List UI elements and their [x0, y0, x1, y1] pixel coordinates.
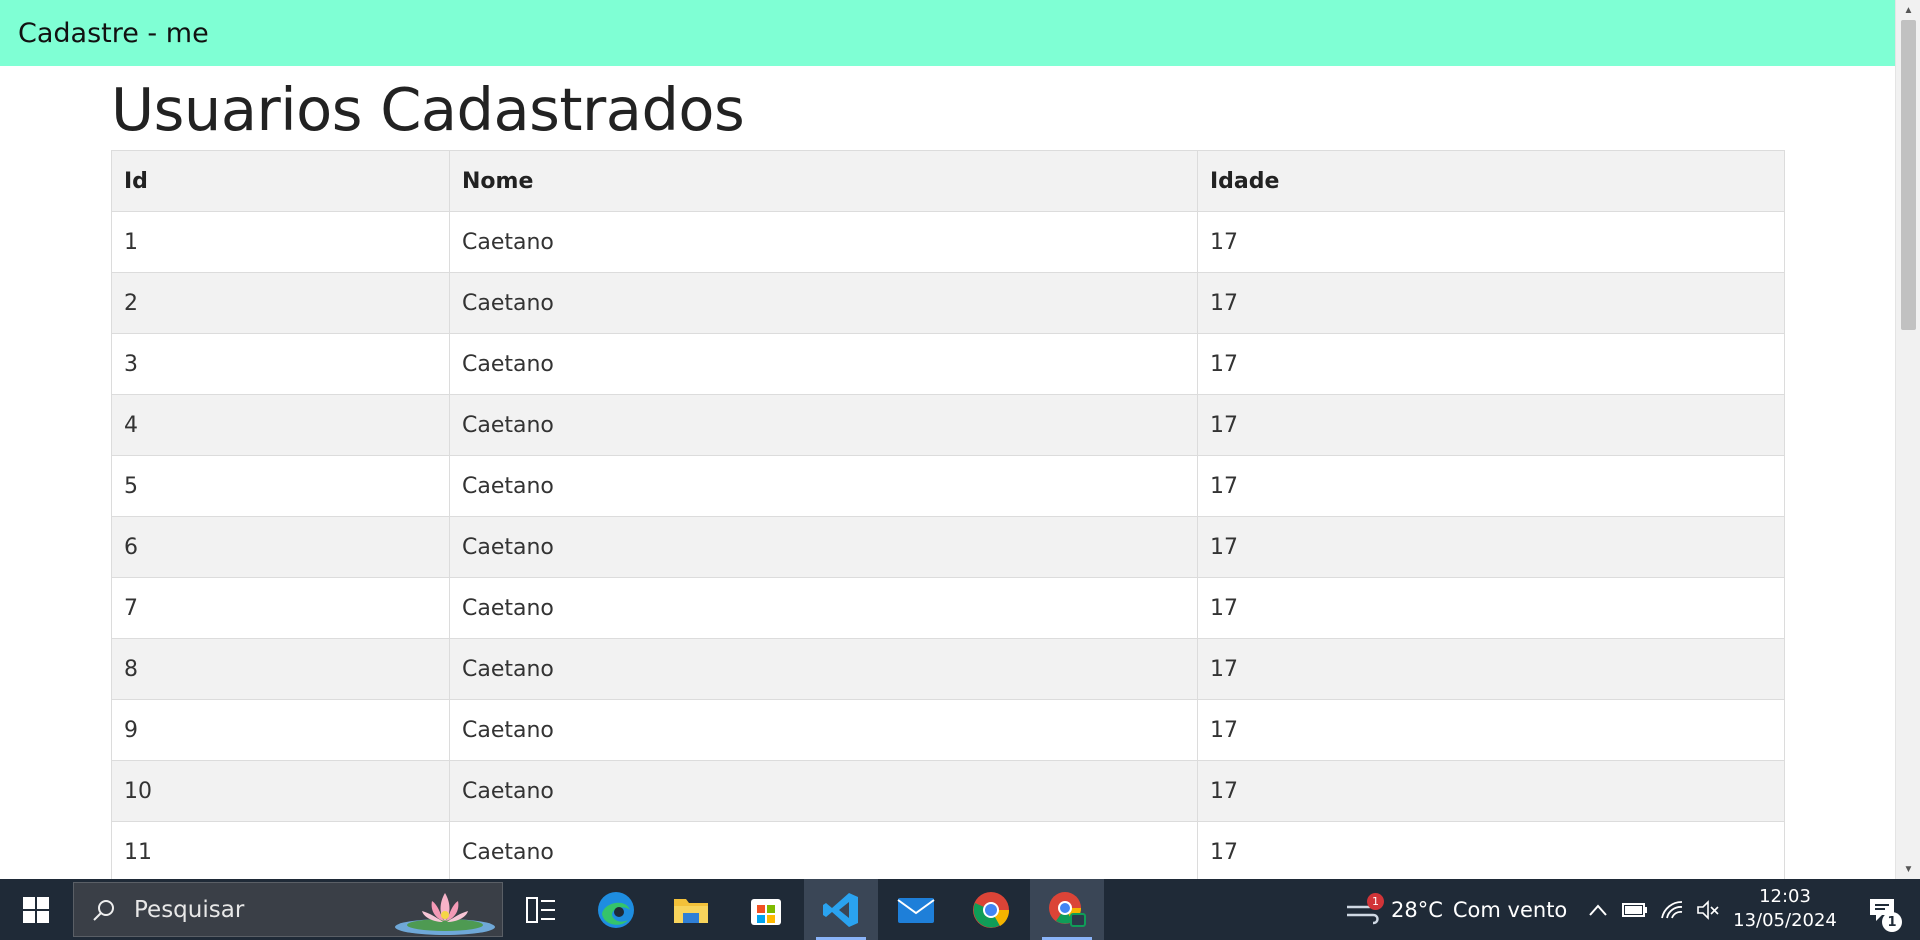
- scrollbar-thumb[interactable]: [1901, 20, 1916, 330]
- vscode-button[interactable]: [804, 879, 878, 940]
- page-scrollbar[interactable]: ▲ ▼: [1895, 0, 1920, 879]
- clock-date: 13/05/2024: [1733, 910, 1837, 931]
- scroll-up-arrow-icon[interactable]: ▲: [1896, 0, 1920, 20]
- file-explorer-icon: [674, 898, 708, 923]
- cell-id: 10: [111, 760, 450, 822]
- mail-icon: [897, 897, 935, 923]
- cell-id: 4: [111, 394, 450, 456]
- lotus-highlight-icon: [395, 893, 495, 935]
- task-view-button[interactable]: [504, 879, 578, 940]
- file-explorer-button[interactable]: [654, 879, 728, 940]
- cell-idade: 17: [1197, 821, 1785, 879]
- cell-id: 8: [111, 638, 450, 700]
- vscode-icon: [823, 892, 858, 927]
- cell-idade: 17: [1197, 333, 1785, 395]
- chrome-button[interactable]: [954, 879, 1028, 940]
- cell-nome: Caetano: [449, 638, 1198, 700]
- table-row: 10 Caetano 17: [111, 760, 1785, 822]
- weather-widget[interactable]: 1 28°C Com vento: [1345, 879, 1567, 940]
- cell-nome: Caetano: [449, 272, 1198, 334]
- header-nome: Nome: [449, 150, 1198, 212]
- clock-time: 12:03: [1759, 886, 1811, 907]
- chrome-profile-button[interactable]: [1030, 879, 1104, 940]
- cell-idade: 17: [1197, 760, 1785, 822]
- cell-nome: Caetano: [449, 516, 1198, 578]
- microsoft-store-button[interactable]: [729, 879, 803, 940]
- network-button[interactable]: [1654, 879, 1690, 940]
- cell-id: 11: [111, 821, 450, 879]
- page-title: Usuarios Cadastrados: [111, 75, 745, 144]
- weather-temp: 28°C: [1391, 897, 1443, 922]
- cell-idade: 17: [1197, 455, 1785, 517]
- main-content: Usuarios Cadastrados Id Nome Idade 1 Caet…: [111, 66, 1785, 879]
- wifi-icon: [1661, 900, 1683, 918]
- cell-id: 2: [111, 272, 450, 334]
- edge-icon: [598, 891, 634, 928]
- header-id: Id: [111, 150, 450, 212]
- navbar: Cadastre - me: [0, 0, 1895, 66]
- battery-button[interactable]: [1617, 879, 1653, 940]
- microsoft-store-icon: [751, 898, 781, 925]
- task-view-icon: [526, 896, 555, 923]
- navbar-brand[interactable]: Cadastre - me: [18, 18, 209, 49]
- users-table: Id Nome Idade 1 Caetano 17 2 Caetano 17 3 Caeta…: [111, 150, 1785, 879]
- cell-idade: 17: [1197, 272, 1785, 334]
- cell-nome: Caetano: [449, 333, 1198, 395]
- volume-muted-icon: [1697, 899, 1719, 920]
- weather-alert-badge: 1: [1367, 893, 1384, 910]
- table-row: 11 Caetano 17: [111, 821, 1785, 879]
- table-row: 3 Caetano 17: [111, 333, 1785, 395]
- cell-nome: Caetano: [449, 577, 1198, 639]
- windows-taskbar: Pesquisar 1 28°C Com vento 12:03 13/05/2…: [0, 879, 1920, 940]
- table-header-row: Id Nome Idade: [111, 150, 1785, 212]
- table-row: 4 Caetano 17: [111, 394, 1785, 456]
- show-hidden-icons-button[interactable]: [1580, 879, 1616, 940]
- chevron-up-icon: [1589, 903, 1607, 916]
- start-button[interactable]: [0, 879, 72, 940]
- cell-nome: Caetano: [449, 760, 1198, 822]
- table-row: 5 Caetano 17: [111, 455, 1785, 517]
- cell-idade: 17: [1197, 394, 1785, 456]
- volume-button[interactable]: [1690, 879, 1726, 940]
- table-row: 9 Caetano 17: [111, 699, 1785, 761]
- cell-idade: 17: [1197, 638, 1785, 700]
- taskbar-search-box[interactable]: Pesquisar: [73, 882, 503, 937]
- chrome-profile-icon: [1049, 891, 1086, 927]
- notification-count-badge: 1: [1882, 912, 1902, 932]
- search-placeholder: Pesquisar: [134, 896, 245, 923]
- cell-id: 5: [111, 455, 450, 517]
- scroll-down-arrow-icon[interactable]: ▼: [1896, 859, 1920, 879]
- mail-button[interactable]: [879, 879, 953, 940]
- taskbar-clock[interactable]: 12:03 13/05/2024: [1725, 885, 1845, 933]
- cell-id: 6: [111, 516, 450, 578]
- cell-idade: 17: [1197, 516, 1785, 578]
- cell-nome: Caetano: [449, 699, 1198, 761]
- table-row: 6 Caetano 17: [111, 516, 1785, 578]
- cell-idade: 17: [1197, 577, 1785, 639]
- table-row: 7 Caetano 17: [111, 577, 1785, 639]
- table-row: 8 Caetano 17: [111, 638, 1785, 700]
- header-idade: Idade: [1197, 150, 1785, 212]
- cell-nome: Caetano: [449, 821, 1198, 879]
- notification-center-button[interactable]: 1: [1852, 879, 1912, 940]
- cell-nome: Caetano: [449, 455, 1198, 517]
- cell-idade: 17: [1197, 211, 1785, 273]
- cell-id: 9: [111, 699, 450, 761]
- cell-id: 3: [111, 333, 450, 395]
- cell-id: 1: [111, 211, 450, 273]
- chrome-icon: [973, 891, 1010, 928]
- windows-logo-icon: [23, 896, 49, 923]
- browser-viewport: Cadastre - me Usuarios Cadastrados Id No…: [0, 0, 1895, 879]
- table-row: 2 Caetano 17: [111, 272, 1785, 334]
- table-row: 1 Caetano 17: [111, 211, 1785, 273]
- cell-nome: Caetano: [449, 211, 1198, 273]
- search-icon: [93, 899, 114, 921]
- weather-condition: Com vento: [1452, 897, 1568, 922]
- battery-icon: [1622, 902, 1647, 917]
- cell-idade: 17: [1197, 699, 1785, 761]
- edge-button[interactable]: [579, 879, 653, 940]
- cell-nome: Caetano: [449, 394, 1198, 456]
- cell-id: 7: [111, 577, 450, 639]
